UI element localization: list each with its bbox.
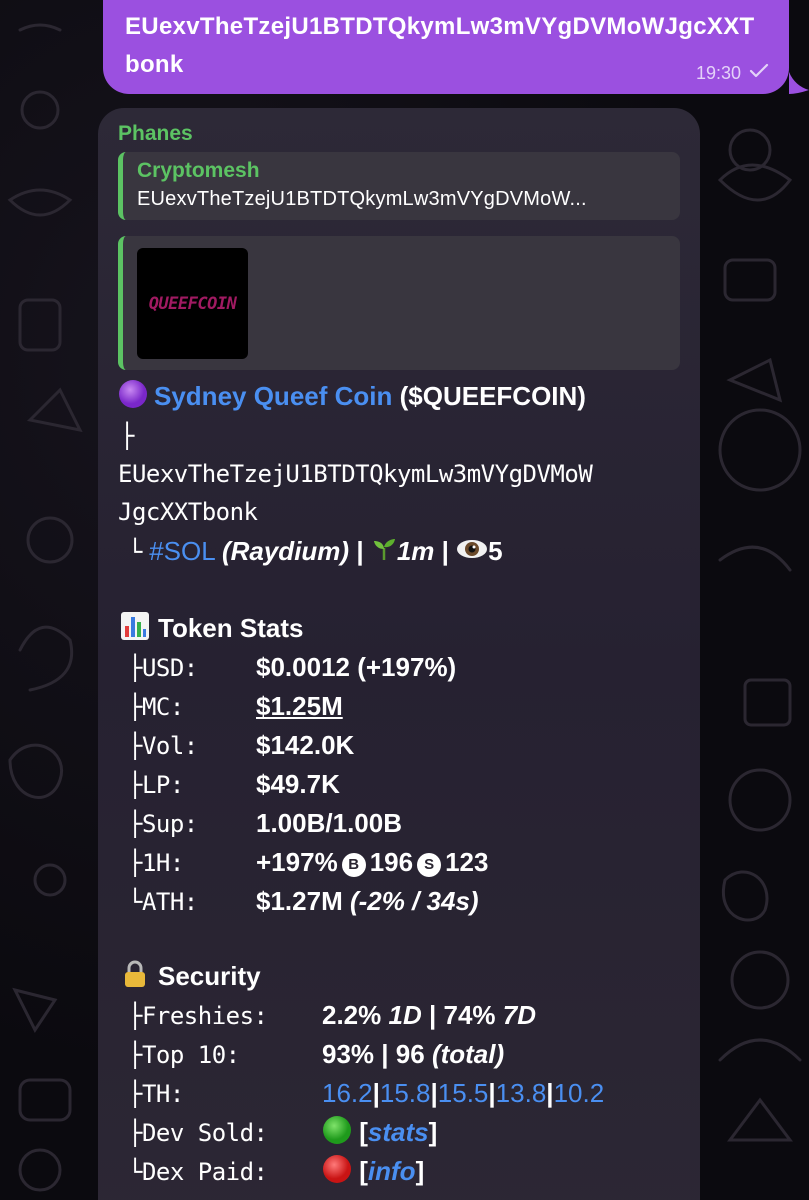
- dex-info-link[interactable]: info: [368, 1156, 416, 1186]
- reply-text: EUexvTheTzejU1BTDTQkymLw3mVYgDVMoW...: [137, 188, 587, 210]
- security-row-top10: ├Top 10: 93% | 96 (total): [128, 1039, 505, 1069]
- 1h-change: +197%: [256, 847, 338, 877]
- th-holder-link-2[interactable]: 15.8: [380, 1078, 431, 1108]
- stat-row-ath: └ATH: $1.27M (-2% / 34s): [128, 886, 479, 916]
- token-title-line: Sydney Queef Coin ($QUEEFCOIN): [118, 378, 586, 418]
- outgoing-message-bubble[interactable]: EUexvTheTzejU1BTDTQkymLw3mVYgDVMoWJgcXXT…: [103, 0, 789, 94]
- security-row-th: ├TH: 16.2|15.8|15.5|13.8|10.2: [128, 1078, 605, 1108]
- outgoing-bubble-tail: [789, 72, 809, 94]
- seedling-icon: [371, 535, 397, 571]
- buys-count: 196: [369, 847, 414, 877]
- stat-row-1h: ├1H: +197% B 196 S 123: [128, 847, 489, 877]
- sup-value: 1.00B/1.00B: [256, 808, 402, 838]
- chain-hashtag-link[interactable]: #SOL: [149, 536, 215, 566]
- stat-row-lp: ├LP: $49.7K: [128, 769, 340, 799]
- lp-value: $49.7K: [256, 769, 340, 799]
- stat-row-mc: ├MC: $1.25M: [128, 691, 343, 721]
- security-row-dex-paid: └Dex Paid: [info]: [128, 1153, 424, 1193]
- token-stats-title: Token Stats: [158, 613, 304, 643]
- stat-row-sup: ├Sup: 1.00B/1.00B: [128, 808, 402, 838]
- sells-count: 123: [445, 847, 489, 877]
- reply-sender-name: Cryptomesh: [137, 159, 260, 182]
- token-address-line2[interactable]: JgcXXTbonk: [118, 494, 258, 530]
- th-holder-link-1[interactable]: 16.2: [322, 1078, 373, 1108]
- stat-row-vol: ├Vol: $142.0K: [128, 730, 355, 760]
- buys-b-icon: B: [341, 853, 366, 877]
- chain-line: └ #SOL (Raydium) | 1m | 5: [128, 533, 503, 571]
- outgoing-message-text: EUexvTheTzejU1BTDTQkymLw3mVYgDVMoWJgcXXT…: [125, 13, 755, 78]
- sells-s-icon: S: [417, 853, 442, 877]
- chain-prefix: └: [128, 538, 142, 566]
- stat-row-usd: ├USD: $0.0012 (+197%): [128, 652, 457, 682]
- view-count: 5: [488, 536, 503, 566]
- security-row-dev-sold: ├Dev Sold: [stats]: [128, 1114, 437, 1154]
- sep-1: |: [356, 536, 364, 566]
- token-ticker: ($QUEEFCOIN): [399, 381, 586, 411]
- vol-value: $142.0K: [256, 730, 355, 760]
- th-holder-link-5[interactable]: 10.2: [554, 1078, 605, 1108]
- message-time: 19:30: [695, 63, 741, 83]
- read-check-icon: [749, 63, 769, 84]
- token-age: 1m: [396, 536, 435, 566]
- preview-image[interactable]: QUEEFCOIN: [137, 248, 248, 359]
- purple-circle-icon: [118, 379, 148, 418]
- ath-value: $1.27M: [256, 886, 343, 916]
- preview-logo-text: QUEEFCOIN: [148, 293, 237, 314]
- message-meta: 19:30: [696, 63, 769, 84]
- tree-top: ├: [120, 422, 134, 450]
- security-heading: Security: [120, 958, 261, 998]
- mc-value-link[interactable]: $1.25M: [256, 691, 343, 721]
- sep-2: |: [441, 536, 449, 566]
- dev-stats-link[interactable]: stats: [368, 1117, 429, 1147]
- usd-value: $0.0012: [256, 652, 350, 682]
- usd-change: (+197%): [357, 652, 457, 682]
- th-holder-link-4[interactable]: 13.8: [496, 1078, 547, 1108]
- reply-quote[interactable]: Cryptomesh EUexvTheTzejU1BTDTQkymLw3mVYg…: [118, 152, 680, 220]
- ath-detail: (-2% / 34s): [349, 886, 479, 916]
- token-stats-heading: Token Stats: [120, 610, 303, 650]
- dex-name: (Raydium): [221, 536, 350, 566]
- eye-icon: [456, 535, 488, 571]
- incoming-message-bubble[interactable]: Phanes Cryptomesh EUexvTheTzejU1BTDTQkym…: [98, 108, 700, 1200]
- token-address-line1[interactable]: EUexvTheTzejU1BTDTQkymLw3mVYgDVMoW: [118, 456, 593, 492]
- security-title: Security: [158, 961, 261, 991]
- bar-chart-icon: [120, 611, 150, 650]
- link-preview[interactable]: QUEEFCOIN: [118, 236, 680, 370]
- red-circle-icon: [322, 1154, 352, 1193]
- security-row-freshies: ├Freshies: 2.2% 1D | 74% 7D: [128, 1000, 537, 1030]
- sender-name[interactable]: Phanes: [118, 122, 680, 146]
- token-name-link[interactable]: Sydney Queef Coin: [154, 381, 392, 411]
- lock-icon: [120, 959, 150, 998]
- th-holder-link-3[interactable]: 15.5: [438, 1078, 489, 1108]
- green-circle-icon: [322, 1115, 352, 1154]
